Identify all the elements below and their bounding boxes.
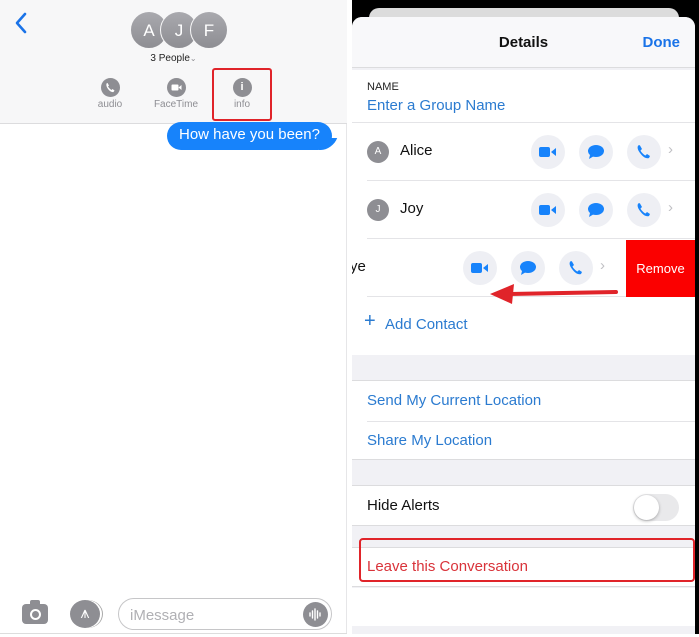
contacts-section: A Alice › J Joy › ye › + Add Contact	[352, 123, 695, 355]
group-label: 3 People	[150, 53, 190, 64]
name-label: NAME	[367, 81, 399, 93]
message-contact-button[interactable]	[579, 135, 613, 169]
video-icon	[539, 147, 556, 157]
details-nav-bar: Details Done	[352, 17, 695, 68]
group-name-section: NAME	[352, 70, 695, 123]
audio-label: audio	[97, 99, 123, 110]
bottom-spacer	[352, 588, 695, 626]
call-contact-button[interactable]	[627, 135, 661, 169]
group-name[interactable]: 3 People⌄	[0, 53, 347, 64]
toggle-knob	[634, 495, 659, 520]
conversation-header: A J F 3 People⌄ audio FaceTime i info	[0, 0, 347, 124]
chevron-right-icon[interactable]: ›	[668, 199, 673, 216]
conversation-actions: audio FaceTime i info	[0, 78, 347, 118]
chevron-right-icon[interactable]: ›	[600, 257, 605, 274]
contact-avatar: J	[367, 199, 389, 221]
video-icon	[166, 78, 186, 97]
message-contact-button[interactable]	[579, 193, 613, 227]
imessage-field[interactable]	[118, 598, 332, 630]
imessage-input[interactable]	[130, 604, 300, 626]
camera-icon[interactable]	[22, 600, 48, 624]
remove-button[interactable]: Remove	[626, 240, 695, 297]
phone-icon	[100, 78, 120, 97]
phone-icon	[637, 145, 650, 159]
contact-row[interactable]: A Alice ›	[352, 123, 695, 181]
contact-row[interactable]: J Joy ›	[352, 181, 695, 239]
chevron-down-icon: ⌄	[189, 54, 197, 63]
details-sheet: Details Done NAME A Alice › J Joy	[352, 17, 695, 634]
facetime-button[interactable]: FaceTime	[146, 78, 206, 110]
facetime-contact-button[interactable]	[531, 135, 565, 169]
message-bubble[interactable]: How have you been?	[167, 122, 332, 150]
hide-alerts-row: Hide Alerts	[352, 485, 695, 526]
done-button[interactable]: Done	[643, 34, 681, 51]
share-location-button[interactable]: Share My Location	[367, 432, 492, 449]
phone-icon	[637, 203, 650, 217]
contact-avatar: A	[367, 141, 389, 163]
audio-button[interactable]: audio	[80, 78, 140, 110]
message-composer: ⩚	[0, 592, 347, 634]
add-contact-label: Add Contact	[385, 316, 468, 333]
contact-name: Joy	[400, 200, 424, 217]
details-panel: Details Done NAME A Alice › J Joy	[352, 0, 699, 634]
divider	[367, 421, 695, 422]
leave-highlight-box	[359, 538, 695, 582]
group-avatars[interactable]: A J F	[130, 11, 230, 51]
plus-icon: +	[364, 310, 376, 332]
message-icon	[520, 261, 536, 275]
message-icon	[588, 203, 604, 217]
swipe-arrow-annotation	[490, 284, 618, 304]
contact-name: Alice	[400, 142, 433, 159]
location-section: Send My Current Location Share My Locati…	[352, 380, 695, 460]
hide-alerts-toggle[interactable]	[633, 494, 679, 521]
hide-alerts-label: Hide Alerts	[367, 497, 440, 514]
app-store-icon[interactable]: ⩚	[70, 600, 100, 628]
group-name-input[interactable]	[367, 97, 667, 114]
phone-icon	[569, 261, 582, 275]
conversation-panel: A J F 3 People⌄ audio FaceTime i info Ho…	[0, 0, 347, 634]
chevron-left-icon	[15, 12, 27, 34]
contact-name: ye	[352, 258, 366, 275]
video-icon	[539, 205, 556, 215]
send-current-location-button[interactable]: Send My Current Location	[367, 392, 541, 409]
chevron-right-icon[interactable]: ›	[668, 141, 673, 158]
back-button[interactable]	[14, 12, 34, 40]
message-icon	[588, 145, 604, 159]
avatar: F	[190, 11, 228, 49]
call-contact-button[interactable]	[627, 193, 661, 227]
facetime-label: FaceTime	[153, 99, 199, 110]
info-highlight-box	[212, 68, 272, 121]
voice-message-icon[interactable]	[303, 602, 328, 627]
facetime-contact-button[interactable]	[531, 193, 565, 227]
video-icon	[471, 263, 488, 273]
